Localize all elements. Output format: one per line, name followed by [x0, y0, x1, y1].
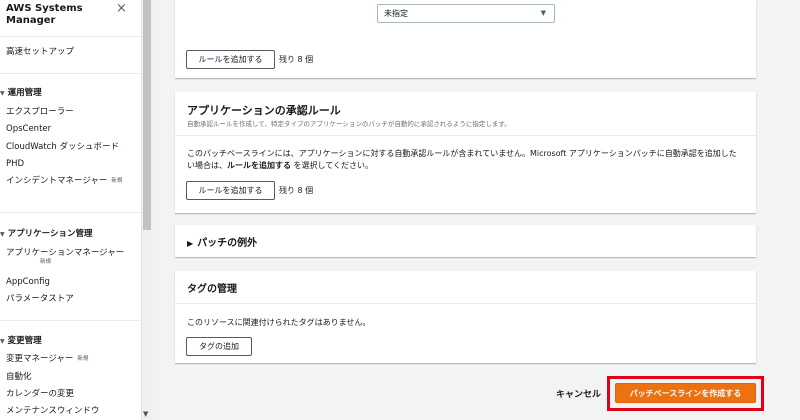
sidebar-item-quick-setup[interactable]: 高速セットアップ — [6, 47, 74, 58]
sidebar-item-cloudwatch-dashboard[interactable]: CloudWatch ダッシュボード — [6, 142, 119, 153]
sidebar-item-application-manager[interactable]: アプリケーションマネージャー — [6, 248, 124, 259]
panel-divider — [175, 303, 756, 304]
sidebar-divider — [0, 36, 141, 37]
sidebar-divider — [0, 73, 141, 74]
scrollbar-thumb[interactable] — [143, 0, 151, 230]
patch-exceptions-panel[interactable]: ▶ パッチの例外 — [175, 225, 756, 257]
sidebar-section-ops[interactable]: ▼ 運用管理 — [0, 88, 42, 99]
rules-remaining: 残り 8 個 — [279, 186, 314, 195]
add-rule-button[interactable]: ルールを追加する — [186, 181, 275, 200]
sidebar-item-parameter-store[interactable]: パラメータストア — [6, 294, 74, 305]
sidebar-item-incident-manager[interactable]: インシデントマネージャー 新規 — [6, 176, 122, 187]
add-tag-button[interactable]: タグの追加 — [186, 337, 252, 356]
close-icon[interactable]: × — [116, 2, 127, 15]
sidebar-item-opscenter[interactable]: OpsCenter — [6, 124, 51, 135]
caret-down-icon: ▼ — [540, 9, 546, 17]
panel-description: 自動承認ルールを作成して、特定タイプのアプリケーションのパッチが自動的に承認され… — [187, 120, 511, 128]
caret-down-icon: ▼ — [0, 338, 5, 345]
panel-title: アプリケーションの承認ルール — [187, 104, 341, 117]
sidebar-divider — [0, 320, 141, 321]
sidebar-section-label: アプリケーション管理 — [7, 229, 93, 239]
panel-title-text: パッチの例外 — [197, 238, 258, 249]
compliance-level-select[interactable]: 未指定 ▼ — [377, 4, 555, 23]
sidebar-nav: AWS Systems Manager × 高速セットアップ ▼ 運用管理 エクス… — [0, 0, 141, 420]
select-value: 未指定 — [384, 9, 408, 18]
sidebar-title-line1: AWS Systems — [6, 3, 83, 14]
caret-down-icon: ▼ — [0, 231, 5, 238]
sidebar-section-label: 運用管理 — [7, 88, 42, 98]
panel-divider — [175, 135, 756, 136]
new-badge: 新規 — [77, 356, 89, 362]
sidebar-divider — [0, 212, 141, 213]
message-line: い場合は、ルールを追加する を選択してください。 — [187, 161, 374, 170]
sidebar-title-line2: Manager — [6, 15, 56, 26]
sidebar-item-change-calendar[interactable]: カレンダーの変更 — [6, 389, 74, 400]
sidebar-item-automation[interactable]: 自動化 — [6, 372, 32, 383]
new-badge: 新規 — [111, 178, 123, 184]
sidebar-item-label: インシデントマネージャー — [6, 176, 108, 186]
tags-panel: タグの管理 このリソースに関連付けられたタグはありません。 タグの追加 — [175, 271, 756, 363]
sidebar-item-maintenance-windows[interactable]: メンテナンスウィンドウ — [6, 406, 99, 417]
caret-down-icon: ▼ — [0, 90, 5, 97]
sidebar-section-change[interactable]: ▼ 変更管理 — [0, 336, 42, 347]
panel-title[interactable]: ▶ パッチの例外 — [187, 234, 257, 249]
no-rules-message: このパッチベースラインには、アプリケーションに対する自動承認ルールが含まれていま… — [187, 148, 752, 172]
sidebar-item-label: 変更マネージャー — [6, 354, 74, 364]
sidebar-item-phd[interactable]: PHD — [6, 159, 24, 170]
sidebar-title[interactable]: AWS Systems Manager — [6, 3, 83, 27]
message-line: このパッチベースラインには、アプリケーションに対する自動承認ルールが含まれていま… — [187, 149, 737, 158]
panel-title: タグの管理 — [187, 284, 237, 295]
sidebar-section-label: 変更管理 — [7, 336, 42, 346]
patch-rules-panel: 未指定 ▼ ルールを追加する 残り 8 個 — [175, 0, 756, 78]
sidebar-item-change-manager[interactable]: 変更マネージャー 新規 — [6, 354, 88, 365]
new-badge: 新規 — [40, 259, 52, 265]
scroll-down-icon[interactable]: ▼ — [143, 410, 148, 418]
caret-right-icon: ▶ — [187, 239, 194, 248]
rules-remaining: 残り 8 個 — [279, 55, 314, 64]
sidebar-section-app[interactable]: ▼ アプリケーション管理 — [0, 229, 92, 240]
add-rule-button[interactable]: ルールを追加する — [186, 50, 275, 69]
sidebar-item-explorer[interactable]: エクスプローラー — [6, 107, 74, 118]
no-tags-message: このリソースに関連付けられたタグはありません。 — [187, 318, 371, 327]
create-patch-baseline-button[interactable]: パッチベースラインを作成する — [615, 383, 756, 403]
cancel-button[interactable]: キャンセル — [556, 387, 601, 400]
sidebar-item-appconfig[interactable]: AppConfig — [6, 277, 50, 288]
application-approval-rules-panel: アプリケーションの承認ルール 自動承認ルールを作成して、特定タイプのアプリケーシ… — [175, 92, 756, 213]
